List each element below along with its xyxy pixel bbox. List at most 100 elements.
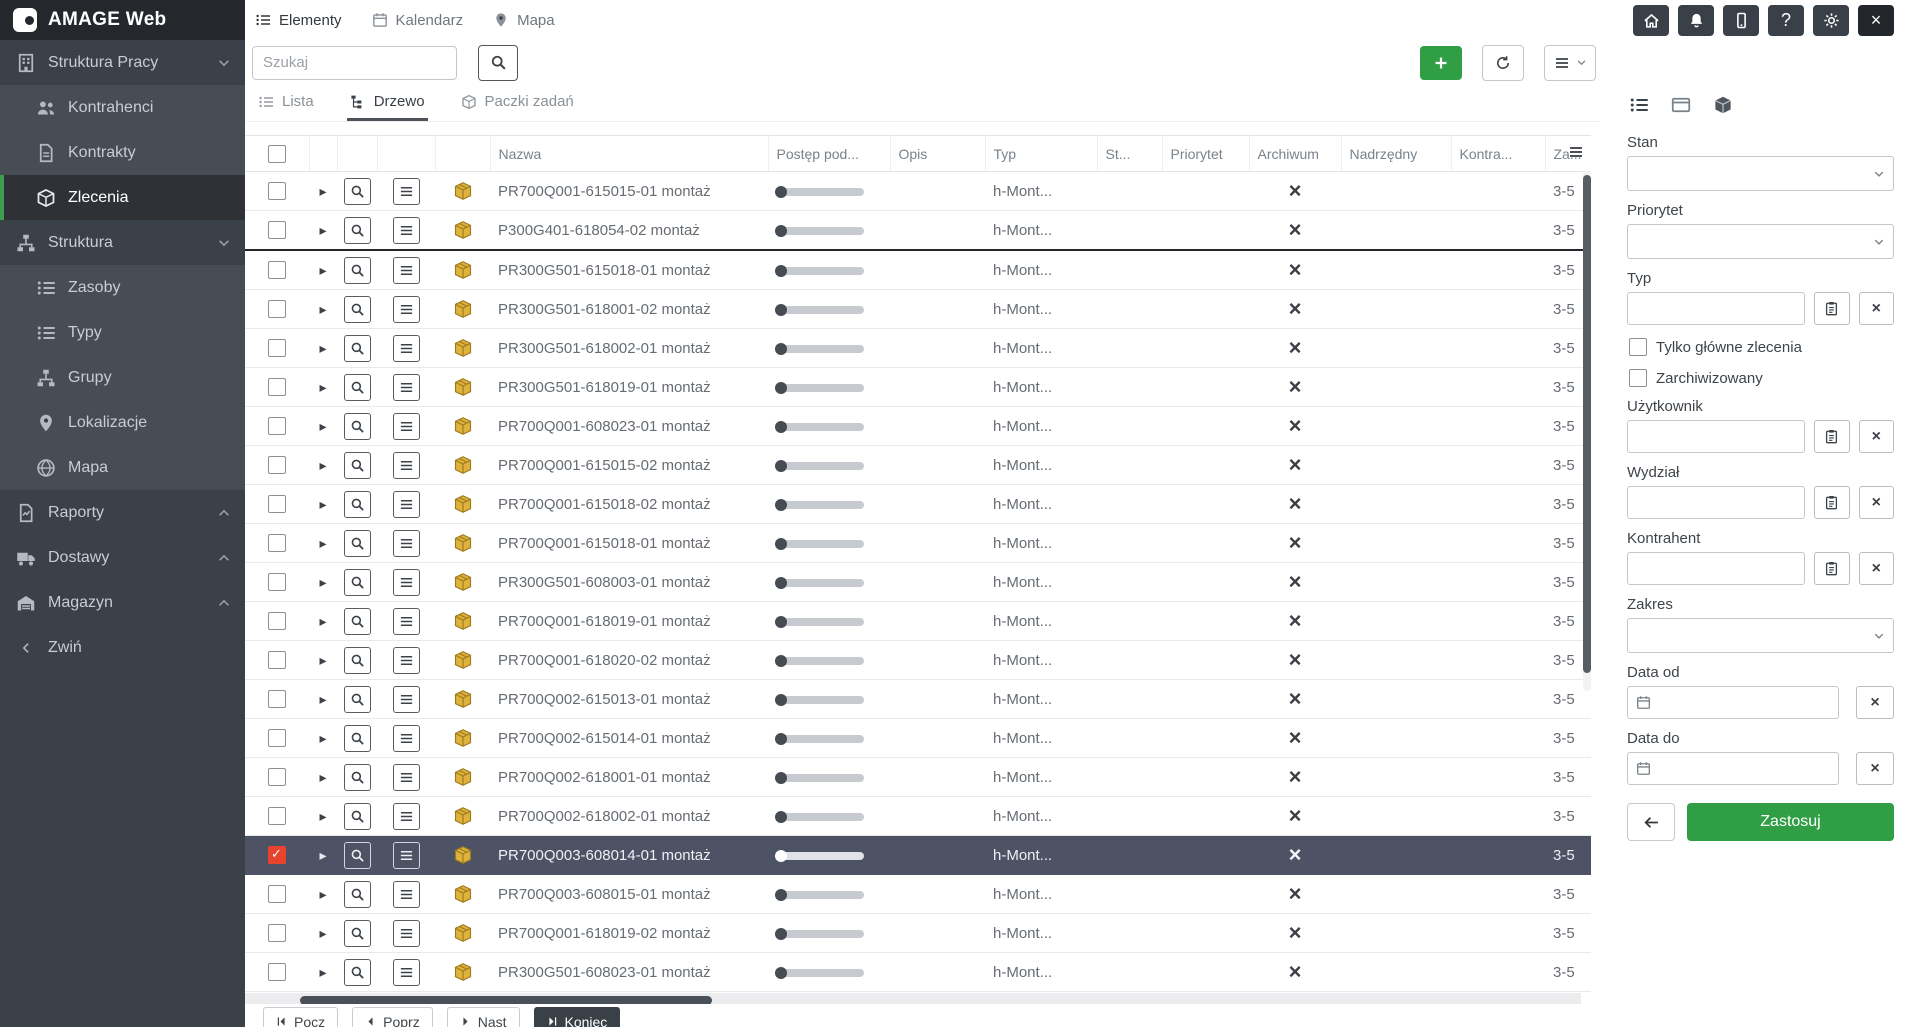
row-zoom-button[interactable]: [344, 569, 371, 596]
user-clear-button[interactable]: ×: [1859, 420, 1895, 453]
table-row[interactable]: ▸ PR700Q001-615015-01 montaż h-Mont... ×…: [245, 172, 1591, 211]
pagination-next-button[interactable]: Nast: [447, 1007, 520, 1027]
expand-icon[interactable]: ▸: [319, 183, 326, 199]
row-zoom-button[interactable]: [344, 608, 371, 635]
sidebar-item-kontrakty[interactable]: Kontrakty: [0, 130, 245, 175]
close-button[interactable]: ×: [1858, 5, 1894, 36]
expand-icon[interactable]: ▸: [319, 222, 326, 238]
row-details-button[interactable]: [393, 178, 420, 205]
typ-input[interactable]: [1627, 292, 1805, 325]
row-checkbox[interactable]: [268, 182, 286, 200]
vertical-scrollbar-thumb[interactable]: [1583, 175, 1591, 673]
col-header-priorytet[interactable]: Priorytet: [1162, 136, 1249, 172]
department-clear-button[interactable]: ×: [1859, 486, 1895, 519]
expand-icon[interactable]: ▸: [319, 301, 326, 317]
filter-list-tab[interactable]: [1629, 95, 1649, 115]
row-checkbox[interactable]: [268, 846, 286, 864]
row-zoom-button[interactable]: [344, 413, 371, 440]
tab-elementy[interactable]: Elementy: [255, 12, 342, 29]
table-row[interactable]: ▸ PR300G501-608023-01 montaż h-Mont... ×…: [245, 953, 1591, 992]
tab-drzewo[interactable]: Drzewo: [347, 85, 428, 121]
row-zoom-button[interactable]: [344, 647, 371, 674]
table-row[interactable]: ▸ PR300G501-608003-01 montaż h-Mont... ×…: [245, 563, 1591, 602]
settings-button[interactable]: [1813, 5, 1849, 36]
tab-paczki-zadan[interactable]: Paczki zadań: [458, 85, 577, 121]
row-zoom-button[interactable]: [344, 374, 371, 401]
table-row[interactable]: ▸ PR300G501-615018-01 montaż h-Mont... ×…: [245, 250, 1591, 290]
expand-icon[interactable]: ▸: [319, 262, 326, 278]
table-row[interactable]: ▸ PR700Q001-618019-01 montaż h-Mont... ×…: [245, 602, 1591, 641]
col-header-archiwum[interactable]: Archiwum: [1249, 136, 1341, 172]
col-header-postep[interactable]: Postęp pod...: [768, 136, 890, 172]
row-checkbox[interactable]: [268, 378, 286, 396]
row-zoom-button[interactable]: [344, 217, 371, 244]
row-zoom-button[interactable]: [344, 881, 371, 908]
typ-clear-button[interactable]: ×: [1859, 292, 1895, 325]
expand-icon[interactable]: ▸: [319, 340, 326, 356]
row-checkbox[interactable]: [268, 612, 286, 630]
table-row[interactable]: ▸ PR700Q001-615015-02 montaż h-Mont... ×…: [245, 446, 1591, 485]
row-checkbox[interactable]: [268, 729, 286, 747]
row-details-button[interactable]: [393, 608, 420, 635]
filter-card-tab[interactable]: [1671, 95, 1691, 115]
row-zoom-button[interactable]: [344, 920, 371, 947]
row-details-button[interactable]: [393, 374, 420, 401]
sidebar-section-struktura[interactable]: Struktura: [0, 220, 245, 265]
row-details-button[interactable]: [393, 217, 420, 244]
row-checkbox[interactable]: [268, 456, 286, 474]
search-input[interactable]: [252, 46, 457, 80]
expand-icon[interactable]: ▸: [319, 886, 326, 902]
row-checkbox[interactable]: [268, 339, 286, 357]
expand-icon[interactable]: ▸: [319, 535, 326, 551]
row-checkbox[interactable]: [268, 300, 286, 318]
pagination-last-button[interactable]: Koniec: [534, 1007, 621, 1027]
priorytet-select[interactable]: [1627, 224, 1894, 259]
sidebar-section-dostawy[interactable]: Dostawy: [0, 535, 245, 580]
expand-icon[interactable]: ▸: [319, 730, 326, 746]
help-button[interactable]: ?: [1768, 5, 1804, 36]
expand-icon[interactable]: ▸: [319, 652, 326, 668]
user-picker-button[interactable]: [1814, 420, 1850, 453]
user-input[interactable]: [1627, 420, 1805, 453]
home-button[interactable]: [1633, 5, 1669, 36]
view-menu-button[interactable]: [1544, 45, 1596, 81]
sidebar-item-grupy[interactable]: Grupy: [0, 355, 245, 400]
row-details-button[interactable]: [393, 764, 420, 791]
row-checkbox[interactable]: [268, 690, 286, 708]
search-button[interactable]: [478, 45, 518, 81]
tab-lista[interactable]: Lista: [255, 85, 317, 121]
only-main-checkbox[interactable]: [1629, 338, 1647, 356]
row-details-button[interactable]: [393, 335, 420, 362]
sidebar-collapse[interactable]: Zwiń: [0, 625, 245, 670]
pagination-prev-button[interactable]: Poprz: [352, 1007, 433, 1027]
row-zoom-button[interactable]: [344, 178, 371, 205]
refresh-button[interactable]: [1482, 45, 1524, 81]
expand-icon[interactable]: ▸: [319, 808, 326, 824]
archived-checkbox[interactable]: [1629, 369, 1647, 387]
sidebar-section-struktura-pracy[interactable]: Struktura Pracy: [0, 40, 245, 85]
row-details-button[interactable]: [393, 647, 420, 674]
table-row[interactable]: ▸ PR700Q001-615018-01 montaż h-Mont... ×…: [245, 524, 1591, 563]
date-from-input[interactable]: [1627, 686, 1839, 719]
sidebar-section-raporty[interactable]: Raporty: [0, 490, 245, 535]
contractor-clear-button[interactable]: ×: [1859, 552, 1895, 585]
row-details-button[interactable]: [393, 257, 420, 284]
table-row[interactable]: ▸ PR700Q001-618019-02 montaż h-Mont... ×…: [245, 914, 1591, 953]
apply-button[interactable]: Zastosuj: [1687, 803, 1894, 841]
table-row[interactable]: ▸ PR300G501-618002-01 montaż h-Mont... ×…: [245, 329, 1591, 368]
expand-icon[interactable]: ▸: [319, 925, 326, 941]
col-header-nazwa[interactable]: Nazwa: [490, 136, 768, 172]
stan-select[interactable]: [1627, 156, 1894, 191]
row-zoom-button[interactable]: [344, 335, 371, 362]
row-zoom-button[interactable]: [344, 257, 371, 284]
column-selector-icon[interactable]: [1567, 144, 1585, 160]
expand-icon[interactable]: ▸: [319, 379, 326, 395]
pagination-first-button[interactable]: Pocz: [263, 1007, 338, 1027]
mobile-button[interactable]: [1723, 5, 1759, 36]
row-zoom-button[interactable]: [344, 686, 371, 713]
table-row[interactable]: ▸ P300G401-618054-02 montaż h-Mont... × …: [245, 211, 1591, 251]
row-details-button[interactable]: [393, 686, 420, 713]
expand-icon[interactable]: ▸: [319, 691, 326, 707]
row-checkbox[interactable]: [268, 417, 286, 435]
expand-icon[interactable]: ▸: [319, 964, 326, 980]
